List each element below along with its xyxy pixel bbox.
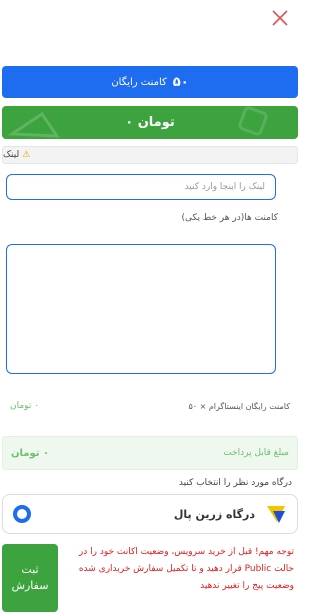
warning-icon: ⚠ (22, 150, 31, 160)
background-pattern-icon (7, 106, 268, 138)
payable-amount-row: ۰ تومان مبلغ قابل پرداخت (2, 436, 298, 470)
important-notice: توجه مهم! قبل از خرید سرویس، وضعیت اکانت… (78, 547, 294, 592)
gateway-name: درگاه زرین پال (173, 507, 255, 521)
submit-order-button[interactable]: ثبت سفارش (2, 544, 58, 612)
close-button[interactable] (268, 6, 292, 30)
summary-description: کامنت رایگان اینستاگرام × ۵۰ (188, 401, 290, 411)
price-banner: ۰ تومان (2, 106, 298, 139)
zarinpal-logo-icon (267, 506, 285, 523)
zarinpal-gateway-option[interactable]: درگاه زرین پال (2, 494, 298, 534)
gateway-section-label: درگاه مورد نظر را انتخاب کنید (178, 478, 292, 488)
free-comments-banner: کامنت رایگان ۵۰ (2, 66, 298, 98)
gateway-radio[interactable] (13, 505, 31, 523)
order-summary-row: ۰ تومان کامنت رایگان اینستاگرام × ۵۰ (2, 386, 298, 426)
link-label: لینک (3, 150, 20, 160)
free-comments-count: ۵۰ (172, 74, 189, 90)
payable-label: مبلغ قابل پرداخت (223, 448, 289, 458)
comments-label: کامنت ها(در هر خط یکی) (181, 213, 278, 223)
link-input[interactable] (6, 174, 276, 200)
comments-textarea[interactable] (6, 244, 276, 374)
close-x-icon[interactable] (268, 6, 292, 30)
free-comments-label: کامنت رایگان (111, 76, 167, 88)
summary-price: ۰ تومان (10, 401, 40, 411)
link-warning-row: ⚠ لینک (2, 146, 298, 164)
payable-price: ۰ تومان (11, 447, 50, 459)
